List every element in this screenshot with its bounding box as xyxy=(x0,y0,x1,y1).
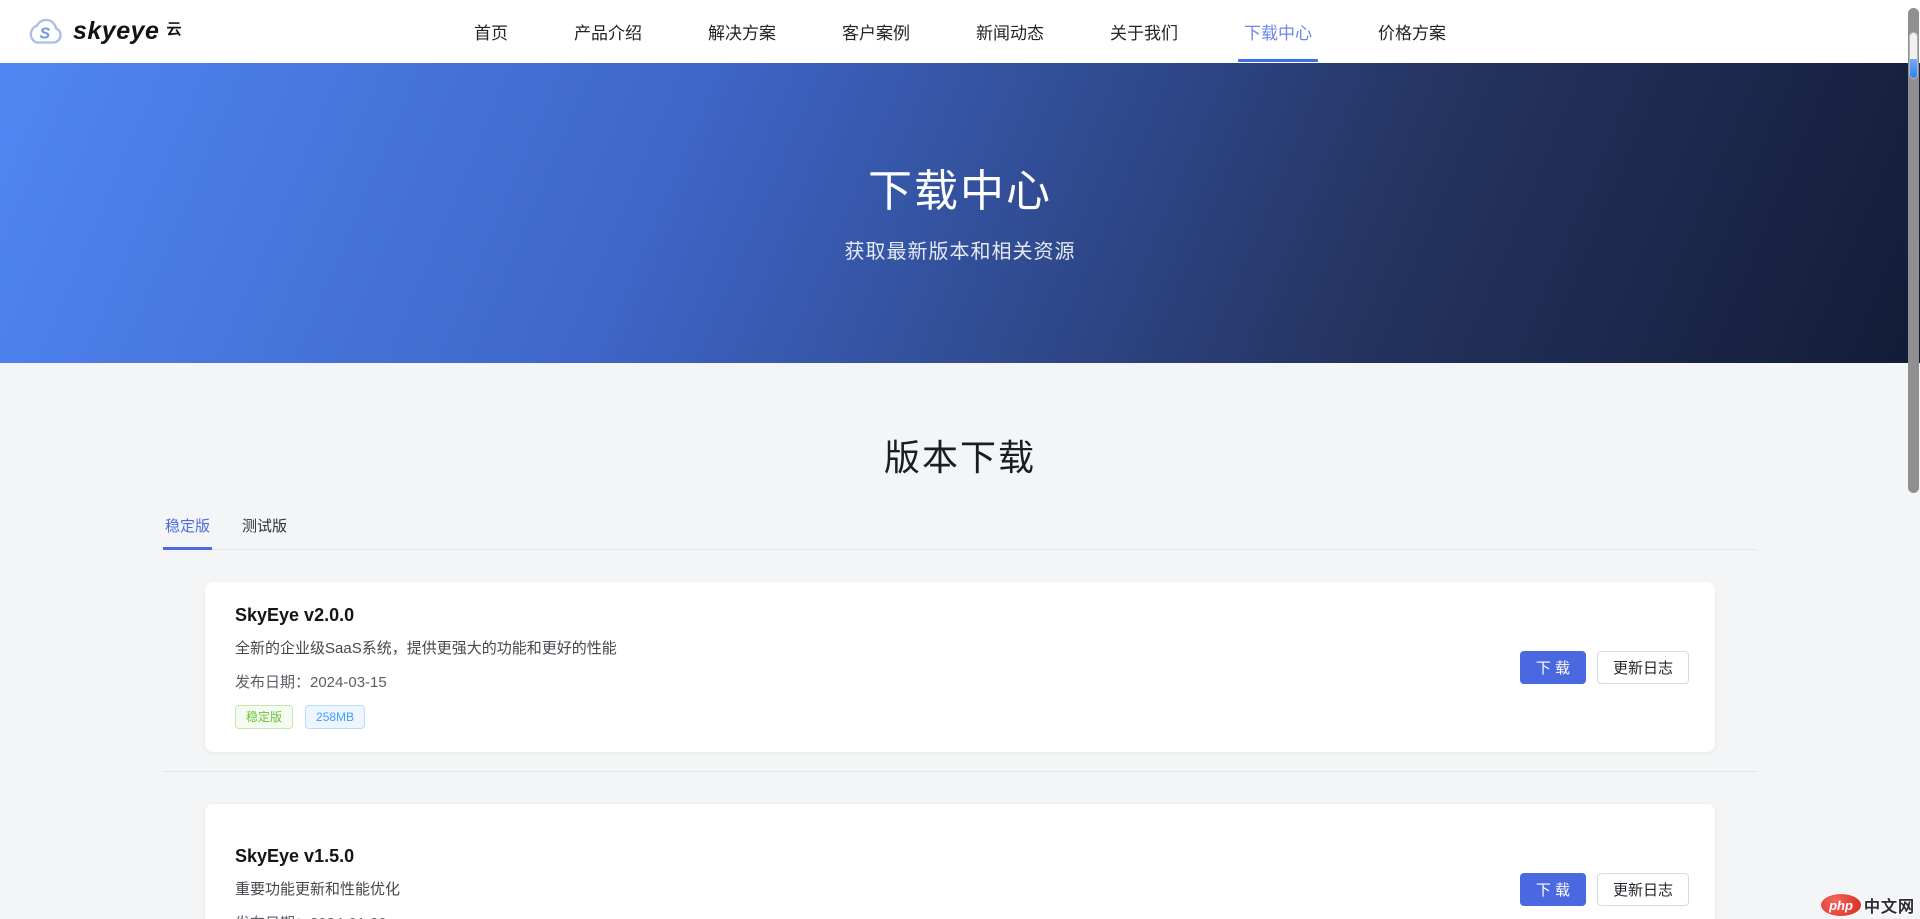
page-scrollbar[interactable] xyxy=(1906,0,1920,919)
content-container: 稳定版 测试版 SkyEye v2.0.0 全新的企业级SaaS系统，提供更强大… xyxy=(163,509,1757,919)
nav-item-solutions[interactable]: 解决方案 xyxy=(708,0,776,63)
nav-item-products[interactable]: 产品介绍 xyxy=(574,0,642,63)
scrollbar-mini-indicator-fill xyxy=(1910,59,1917,78)
nav-item-cases[interactable]: 客户案例 xyxy=(842,0,910,63)
nav-item-pricing[interactable]: 价格方案 xyxy=(1378,0,1446,63)
brand-logo[interactable]: S skyeye 云 xyxy=(26,0,181,63)
php-logo-badge: php xyxy=(1821,894,1861,916)
top-navigation-bar: S skyeye 云 首页 产品介绍 解决方案 客户案例 新闻动态 关于我们 下… xyxy=(0,0,1920,63)
nav-item-about[interactable]: 关于我们 xyxy=(1110,0,1178,63)
download-card-info: SkyEye v1.5.0 重要功能更新和性能优化 发布日期：2024-01-2… xyxy=(235,846,400,919)
scrollbar-mini-indicator xyxy=(1909,32,1918,79)
card-actions: 下 载 更新日志 xyxy=(1520,873,1689,906)
tab-stable[interactable]: 稳定版 xyxy=(163,509,212,549)
main-nav: 首页 产品介绍 解决方案 客户案例 新闻动态 关于我们 下载中心 价格方案 xyxy=(474,0,1446,63)
stable-badge: 稳定版 xyxy=(235,705,293,729)
changelog-button[interactable]: 更新日志 xyxy=(1597,651,1689,684)
version-badges: 稳定版 258MB xyxy=(235,705,617,729)
brand-suffix: 云 xyxy=(166,18,181,39)
release-date: 发布日期：2024-03-15 xyxy=(235,671,617,692)
download-card-info: SkyEye v2.0.0 全新的企业级SaaS系统，提供更强大的功能和更好的性… xyxy=(235,605,617,729)
watermark-text: 中文网 xyxy=(1864,893,1915,917)
download-card-v1-5: SkyEye v1.5.0 重要功能更新和性能优化 发布日期：2024-01-2… xyxy=(205,804,1715,919)
hero-title: 下载中心 xyxy=(0,63,1920,219)
nav-item-news[interactable]: 新闻动态 xyxy=(976,0,1044,63)
download-card-v2: SkyEye v2.0.0 全新的企业级SaaS系统，提供更强大的功能和更好的性… xyxy=(205,582,1715,752)
version-description: 重要功能更新和性能优化 xyxy=(235,878,400,899)
hero-subtitle: 获取最新版本和相关资源 xyxy=(0,235,1920,264)
version-name: SkyEye v1.5.0 xyxy=(235,846,400,867)
version-tabs: 稳定版 测试版 xyxy=(163,509,1757,550)
cloud-logo-icon: S xyxy=(26,17,68,47)
tab-beta[interactable]: 测试版 xyxy=(240,509,289,549)
card-divider xyxy=(163,771,1757,772)
version-description: 全新的企业级SaaS系统，提供更强大的功能和更好的性能 xyxy=(235,637,617,658)
card-actions: 下 载 更新日志 xyxy=(1520,651,1689,684)
downloads-section: 版本下载 稳定版 测试版 SkyEye v2.0.0 全新的企业级SaaS系统，… xyxy=(0,363,1920,919)
download-button[interactable]: 下 载 xyxy=(1520,873,1586,906)
scrollbar-thumb[interactable] xyxy=(1908,8,1919,493)
nav-item-download-center[interactable]: 下载中心 xyxy=(1244,0,1312,63)
nav-item-home[interactable]: 首页 xyxy=(474,0,508,63)
changelog-button[interactable]: 更新日志 xyxy=(1597,873,1689,906)
filesize-badge: 258MB xyxy=(305,705,365,729)
release-date: 发布日期：2024-01-20 xyxy=(235,912,400,919)
php-cn-watermark: php 中文网 xyxy=(1821,893,1915,917)
version-name: SkyEye v2.0.0 xyxy=(235,605,617,626)
brand-name: skyeye xyxy=(73,17,159,46)
svg-text:S: S xyxy=(40,25,51,42)
hero-banner: 下载中心 获取最新版本和相关资源 xyxy=(0,63,1920,363)
download-button[interactable]: 下 载 xyxy=(1520,651,1586,684)
section-title: 版本下载 xyxy=(0,429,1920,481)
